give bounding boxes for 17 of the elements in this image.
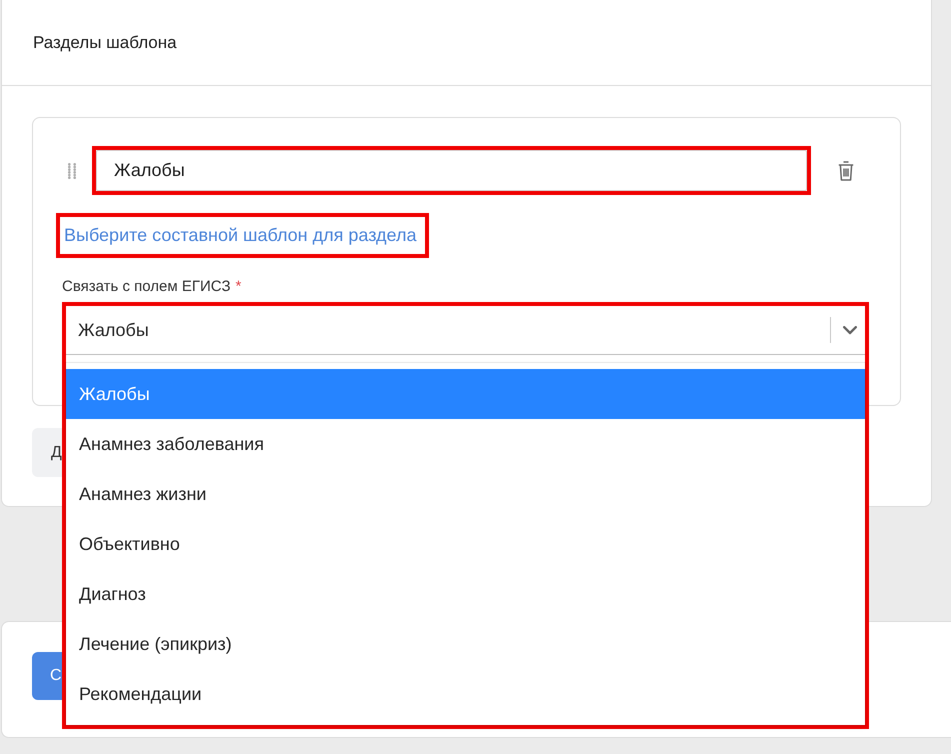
dropdown-option[interactable]: Анамнез заболевания [66, 419, 865, 469]
dropdown-option[interactable]: Лечение (эпикриз) [66, 619, 865, 669]
trash-icon[interactable] [838, 160, 854, 180]
panel-title: Разделы шаблона [33, 32, 177, 52]
template-link[interactable]: Выберите составной шаблон для раздела [64, 221, 416, 250]
dropdown-option[interactable]: Жалобы [66, 369, 865, 419]
dropdown-option[interactable]: Диагноз [66, 569, 865, 619]
section-name-input[interactable]: Жалобы [96, 150, 807, 191]
dropdown-option[interactable]: Объективно [66, 519, 865, 569]
primary-button[interactable]: С [32, 652, 62, 700]
required-mark: * [236, 277, 242, 297]
drag-handle-icon[interactable] [68, 162, 76, 178]
dropdown-option[interactable]: Рекомендации [66, 669, 865, 719]
chevron-down-icon[interactable] [843, 326, 857, 334]
add-section-button[interactable]: Д [32, 428, 62, 477]
field-label: Связать с полем ЕГИСЗ [62, 277, 231, 297]
dropdown-option[interactable]: Анамнез жизни [66, 469, 865, 519]
